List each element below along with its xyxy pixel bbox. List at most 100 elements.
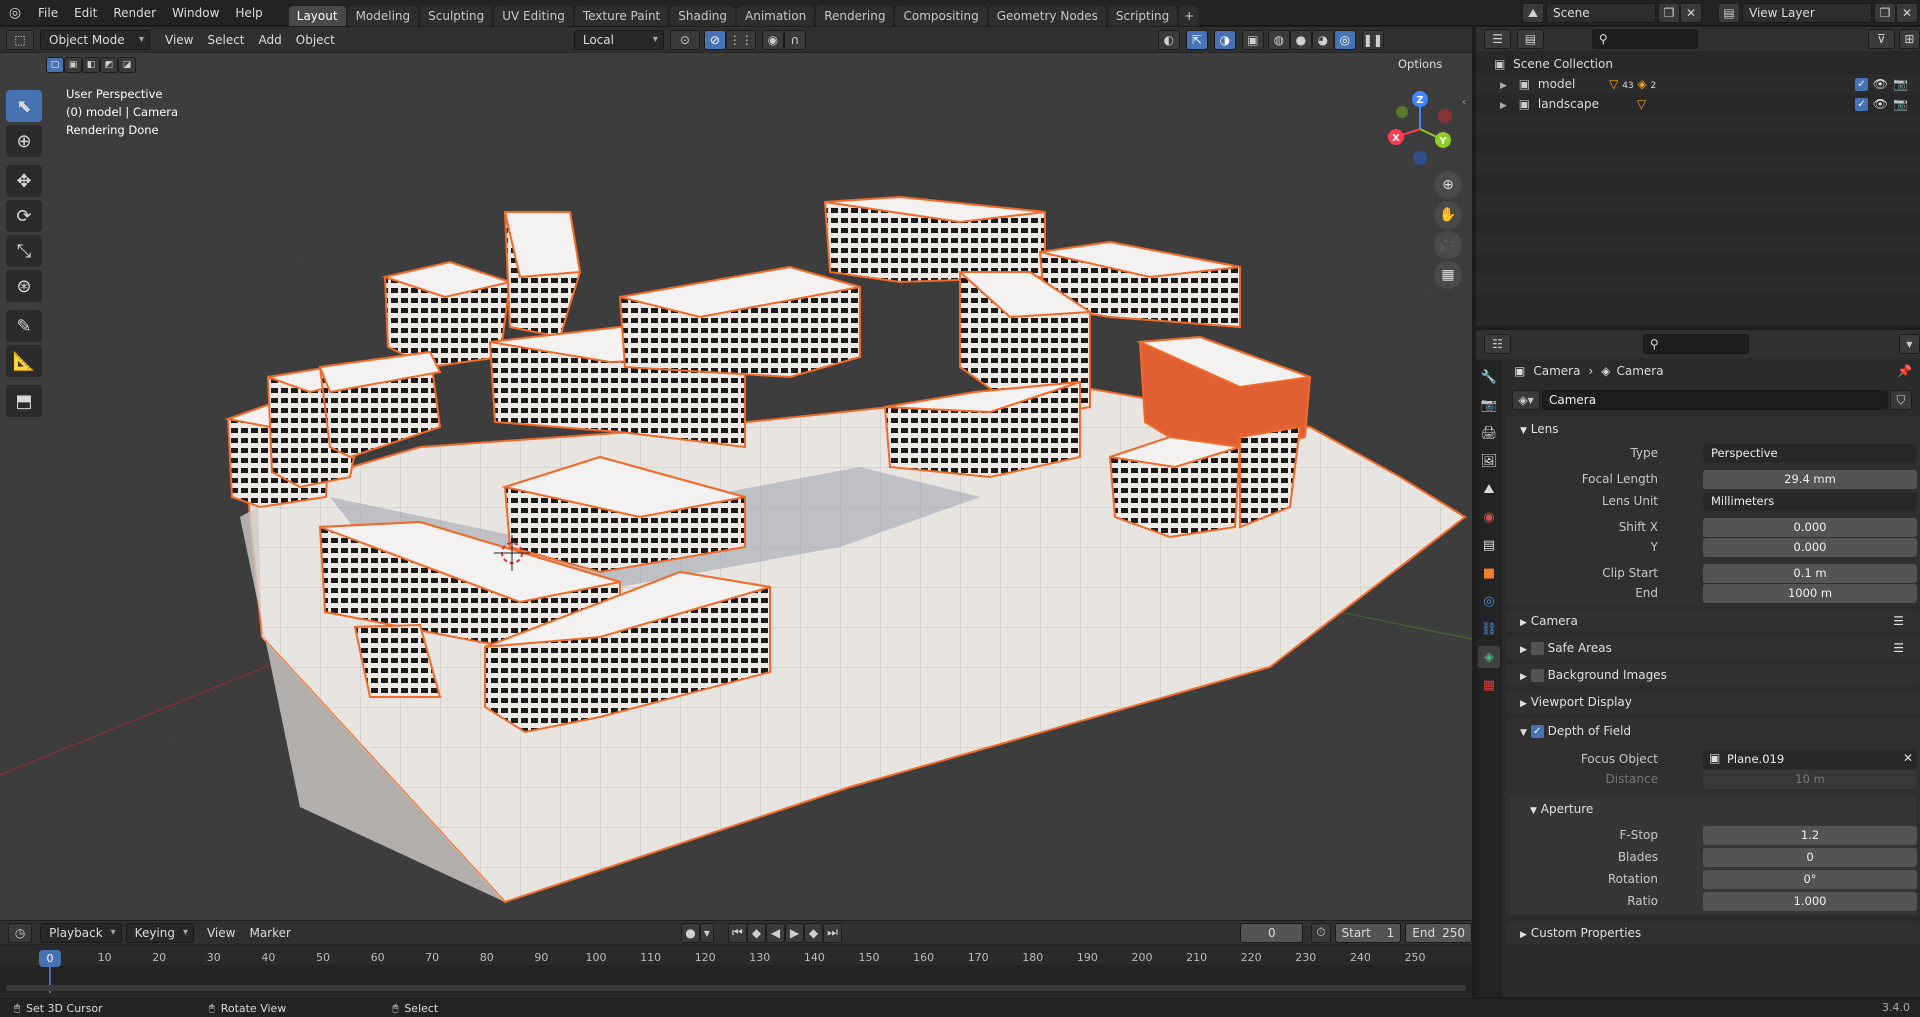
ratio-field[interactable]: 1.000 <box>1703 892 1917 911</box>
outliner-editor-icon[interactable]: ☰ <box>1484 29 1511 49</box>
sidebar-toggle-icon[interactable]: ‹ <box>1462 97 1466 108</box>
rotation-field[interactable]: 0° <box>1703 870 1917 889</box>
auto-keying-icon[interactable]: ● <box>680 922 700 943</box>
tab-compositing[interactable]: Compositing <box>895 5 987 26</box>
lens-unit-dropdown[interactable]: Millimeters <box>1703 492 1917 511</box>
menu-edit[interactable]: Edit <box>66 0 105 26</box>
play-reverse-icon[interactable]: ◀ <box>765 922 785 943</box>
tab-sculpting[interactable]: Sculpting <box>420 5 493 26</box>
fstop-field[interactable]: 1.2 <box>1703 826 1917 845</box>
building-block[interactable] <box>503 211 582 339</box>
falloff-icon[interactable]: ∩ <box>783 29 806 50</box>
focus-object-field[interactable]: Plane.019 <box>1703 750 1917 769</box>
add-workspace-button[interactable]: + <box>1179 5 1200 26</box>
timeline-scrollbar[interactable] <box>6 985 1466 991</box>
tab-layout[interactable]: Layout <box>288 5 346 26</box>
building-block[interactable] <box>823 195 1046 284</box>
timeline-menu-view[interactable]: View <box>200 923 242 943</box>
collection-row-model[interactable]: ▶ ▣ model ▽ 43 ◈ 2 ✓ 👁 📷 <box>1476 74 1920 94</box>
scene-tab-icon[interactable]: ⛰ <box>1478 478 1500 500</box>
display-mode-icon[interactable]: ▤ <box>1516 29 1544 49</box>
menu-help[interactable]: Help <box>227 0 270 26</box>
building-block[interactable] <box>318 350 442 459</box>
properties-options-icon[interactable]: ▾ <box>1898 334 1920 354</box>
clip-end-field[interactable]: 1000 m <box>1703 584 1917 603</box>
properties-editor-icon[interactable]: ☷ <box>1484 334 1511 354</box>
select-subtract-icon[interactable]: ◧ <box>82 57 100 73</box>
type-dropdown[interactable]: Perspective <box>1703 444 1917 463</box>
rendered-shading-icon[interactable]: ◎ <box>1333 29 1356 50</box>
scale-tool-icon[interactable]: ⤡ <box>6 235 42 267</box>
timeline-editor-icon[interactable]: ◷ <box>8 922 33 943</box>
3d-viewport[interactable]: ⬚ Object Mode View Select Add Object Loc… <box>0 27 1472 920</box>
jump-next-key-icon[interactable]: ◆ <box>804 922 824 943</box>
collection-row-landscape[interactable]: ▶ ▣ landscape ▽ ✓ 👁 📷 <box>1476 94 1920 114</box>
background-images-checkbox[interactable] <box>1530 669 1544 682</box>
properties-search-input[interactable]: ⚲ <box>1642 334 1749 354</box>
pivot-point-icon[interactable]: ⊙ <box>669 29 700 50</box>
render-tab-icon[interactable]: 📷 <box>1478 394 1500 416</box>
blades-field[interactable]: 0 <box>1703 848 1917 867</box>
building-block[interactable] <box>883 380 1081 479</box>
background-images-panel-header[interactable]: ▶ Background Images <box>1506 664 1920 686</box>
editor-type-icon[interactable]: ⬚ <box>6 29 34 50</box>
delete-view-layer-icon[interactable]: ✕ <box>1896 3 1918 23</box>
custom-properties-panel-header[interactable]: ▶ Custom Properties <box>1506 922 1920 944</box>
cursor-tool-icon[interactable]: ⊕ <box>6 125 42 157</box>
wireframe-shading-icon[interactable]: ◍ <box>1267 29 1290 50</box>
physics-tab-icon[interactable]: ◎ <box>1478 590 1500 612</box>
menu-view[interactable]: View <box>158 30 200 50</box>
new-scene-icon[interactable]: ❐ <box>1658 3 1680 23</box>
menu-render[interactable]: Render <box>105 0 164 26</box>
tab-rendering[interactable]: Rendering <box>816 5 894 26</box>
annotate-tool-icon[interactable]: ✎ <box>6 310 42 342</box>
jump-end-icon[interactable]: ⏭ <box>823 922 843 943</box>
solid-shading-icon[interactable]: ● <box>1289 29 1312 50</box>
scene-name-field[interactable]: Scene <box>1546 3 1656 23</box>
dof-panel-header[interactable]: ▼ ✓ Depth of Field <box>1510 720 1916 742</box>
overlays-icon[interactable]: ◑ <box>1213 29 1236 50</box>
xray-icon[interactable]: ▣ <box>1241 29 1264 50</box>
camera-panel-header[interactable]: ▶ Camera ☰ <box>1506 610 1920 632</box>
tab-texture-paint[interactable]: Texture Paint <box>574 5 669 26</box>
datablock-name-field[interactable]: Camera <box>1542 390 1888 410</box>
timeline-menu-marker[interactable]: Marker <box>242 923 297 943</box>
transform-orientation-dropdown[interactable]: Local <box>573 29 664 50</box>
select-invert-icon[interactable]: ◩ <box>100 57 118 73</box>
pan-hand-icon[interactable]: ✋ <box>1434 201 1462 229</box>
exclude-checkbox[interactable]: ✓ <box>1855 98 1868 111</box>
clip-start-field[interactable]: 0.1 m <box>1703 564 1917 583</box>
move-tool-icon[interactable]: ✥ <box>6 165 42 197</box>
menu-window[interactable]: Window <box>164 0 227 26</box>
mode-dropdown[interactable]: Object Mode <box>40 29 150 50</box>
outliner-search-input[interactable]: ⚲ <box>1591 29 1698 49</box>
delete-scene-icon[interactable]: ✕ <box>1680 3 1702 23</box>
jump-prev-key-icon[interactable]: ◆ <box>746 922 766 943</box>
jump-start-icon[interactable]: ⏮ <box>727 922 747 943</box>
texture-tab-icon[interactable]: ▦ <box>1478 674 1500 696</box>
select-box-tool-icon[interactable]: ⬉ <box>6 90 42 122</box>
options-button[interactable]: Options <box>1398 57 1442 71</box>
scene-selector[interactable]: ⛰ Scene ❐ ✕ <box>1522 3 1702 23</box>
snap-target-icon[interactable]: ⋮⋮ <box>725 29 756 50</box>
tab-geometry-nodes[interactable]: Geometry Nodes <box>988 5 1106 26</box>
snap-icon[interactable]: ⊘ <box>703 29 726 50</box>
aperture-panel-header[interactable]: ▼ Aperture <box>1510 798 1916 820</box>
playback-dropdown[interactable]: Playback <box>40 922 122 943</box>
output-tab-icon[interactable]: 🖨 <box>1478 422 1500 444</box>
view-layer-name-field[interactable]: View Layer <box>1742 3 1872 23</box>
safe-areas-checkbox[interactable] <box>1530 642 1544 655</box>
constraints-tab-icon[interactable]: ⛓ <box>1478 618 1500 640</box>
add-cube-tool-icon[interactable]: ⬒ <box>6 385 42 417</box>
measure-tool-icon[interactable]: 📐 <box>6 345 42 377</box>
menu-select[interactable]: Select <box>200 30 251 50</box>
view-layer-selector[interactable]: ▤ View Layer ❐ ✕ <box>1718 3 1918 23</box>
filter-icon[interactable]: ⊽ <box>1867 29 1895 49</box>
pin-icon[interactable]: 📌 <box>1897 364 1912 378</box>
playhead[interactable]: 0 <box>39 950 61 967</box>
navigation-gizmo[interactable]: Z Y X <box>1380 89 1460 169</box>
world-tab-icon[interactable]: ◉ <box>1478 506 1500 528</box>
tab-uv-editing[interactable]: UV Editing <box>494 5 573 26</box>
visibility-icon[interactable]: ◐ <box>1157 29 1180 50</box>
select-extend-icon[interactable]: ▣ <box>64 57 82 73</box>
